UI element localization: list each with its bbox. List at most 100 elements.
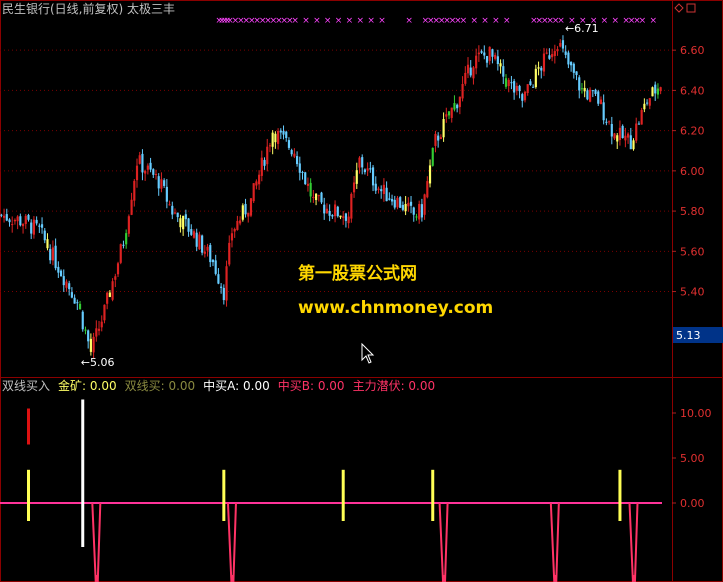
candle-body xyxy=(640,110,643,125)
candle-body xyxy=(401,205,404,210)
candle-body xyxy=(325,208,329,214)
candle-body xyxy=(608,121,611,123)
candle-body xyxy=(551,54,554,58)
candle-body xyxy=(165,186,168,202)
candle-body xyxy=(415,216,418,218)
candle-body xyxy=(287,140,291,148)
candle-body xyxy=(198,234,201,250)
candle-body xyxy=(78,303,82,310)
candle-body xyxy=(16,216,19,222)
window-controls[interactable] xyxy=(674,3,696,13)
candle-body xyxy=(442,119,445,138)
signal-marker: × xyxy=(557,16,565,26)
candle-body xyxy=(418,203,421,220)
candle-body xyxy=(328,210,331,216)
candle-body xyxy=(377,188,380,190)
price-tick-label: 5.60 xyxy=(680,245,705,258)
candle-body xyxy=(526,84,529,93)
candle-body xyxy=(195,232,198,247)
candle-body xyxy=(217,274,220,284)
candle-body xyxy=(209,245,212,263)
price-tick-label: 6.20 xyxy=(680,125,705,138)
price-tick-label: 6.00 xyxy=(680,165,705,178)
indicator-tick-label: 10.00 xyxy=(680,407,712,420)
candle-body xyxy=(293,153,296,157)
candle-body xyxy=(469,67,472,76)
candle-body xyxy=(385,187,388,202)
candle-body xyxy=(255,181,258,186)
candle-body xyxy=(371,167,375,186)
indicator-series xyxy=(26,399,639,582)
candle-body xyxy=(285,131,288,138)
candle-body xyxy=(179,218,182,228)
candle-body xyxy=(540,67,543,71)
candle-body xyxy=(263,159,266,166)
candle-body xyxy=(388,198,391,200)
candle-body xyxy=(363,169,366,173)
candle-body xyxy=(290,150,293,155)
candle-body xyxy=(241,205,244,220)
candle-body xyxy=(271,132,274,147)
candle-body xyxy=(203,251,206,254)
legend-item: 主力潜伏: 0.00 xyxy=(353,379,436,393)
candle-body xyxy=(513,81,516,93)
candle-body xyxy=(81,311,84,330)
candle-body xyxy=(201,235,204,253)
signal-marker: × xyxy=(405,16,413,26)
candle-body xyxy=(629,135,632,150)
signal-marker: × xyxy=(367,16,375,26)
candle-body xyxy=(553,51,556,56)
candle-body xyxy=(35,219,38,224)
candle-body xyxy=(393,199,396,208)
candle-body xyxy=(13,219,17,222)
candle-body xyxy=(336,206,339,217)
candle-body xyxy=(627,133,630,138)
candle-body xyxy=(323,204,326,214)
candle-body xyxy=(480,51,483,53)
legend-item: 双线买入 xyxy=(2,379,50,393)
chart-canvas[interactable]: ××××××××××××××××× × × × × × × × × × ×××××××× × × × × ××… xyxy=(0,0,723,582)
candle-body xyxy=(317,195,320,197)
candle-body xyxy=(618,127,622,140)
candle-body xyxy=(461,84,464,99)
candle-body xyxy=(510,82,513,84)
signal-marker: × xyxy=(639,16,647,26)
candle-body xyxy=(605,121,608,123)
candle-body xyxy=(301,171,304,173)
candle-body xyxy=(390,199,394,202)
candle-body xyxy=(477,52,480,55)
candle-body xyxy=(68,283,71,290)
candle-body xyxy=(643,103,646,110)
candle-body xyxy=(624,135,627,141)
price-annotation: ←5.06 xyxy=(81,356,115,369)
candle-body xyxy=(141,153,144,173)
candle-body xyxy=(339,215,342,218)
watermark-line1: 第一股票公式网 xyxy=(298,263,417,284)
candle-body xyxy=(561,40,565,49)
candle-body xyxy=(2,215,6,218)
candle-body xyxy=(504,78,508,87)
legend-item: 中买A: 0.00 xyxy=(203,378,270,393)
candle-body xyxy=(304,172,307,185)
candle-body xyxy=(21,223,25,227)
candle-body xyxy=(84,329,87,331)
square-icon[interactable] xyxy=(686,3,696,13)
candle-body xyxy=(396,197,399,208)
chart-title: 民生银行(日线,前复权) 太极三丰 xyxy=(2,1,175,16)
candle-body xyxy=(645,102,649,104)
candle-body xyxy=(312,197,315,199)
candle-body xyxy=(464,72,467,84)
candle-body xyxy=(412,207,415,215)
indicator-mark xyxy=(549,502,560,582)
candle-body xyxy=(11,223,14,225)
candle-body xyxy=(173,212,177,214)
signal-marker: × xyxy=(650,16,658,26)
candle-body xyxy=(572,63,575,73)
legend-item: 中买B: 0.00 xyxy=(278,378,345,393)
signal-marker: × xyxy=(470,16,478,26)
diamond-icon[interactable] xyxy=(674,3,684,13)
signal-marker: × xyxy=(324,16,332,26)
candle-body xyxy=(559,43,562,47)
candle-body xyxy=(575,71,578,75)
candle-body xyxy=(537,67,540,69)
